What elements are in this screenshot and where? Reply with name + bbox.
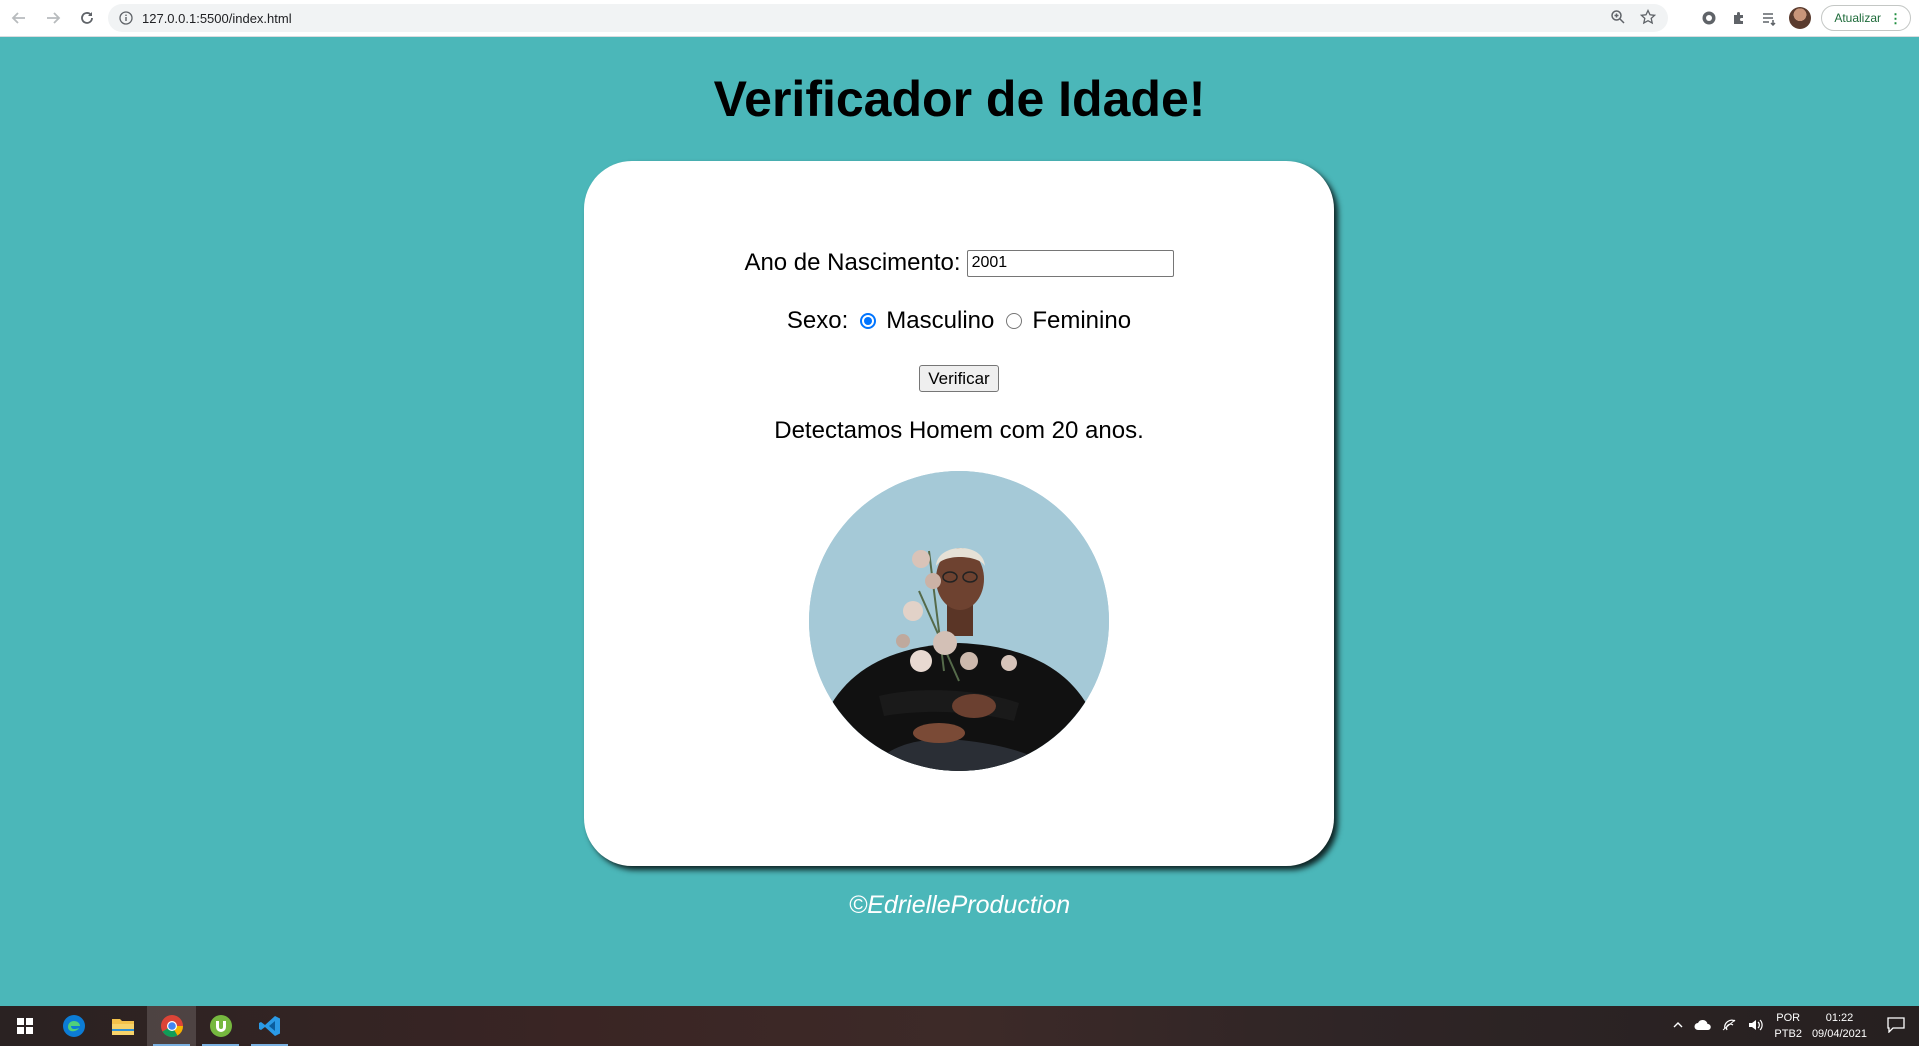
folder-icon <box>111 1019 134 1035</box>
birth-year-row: Ano de Nascimento: <box>584 249 1334 277</box>
update-label: Atualizar <box>1834 11 1881 25</box>
volume-icon[interactable] <box>1748 1018 1764 1035</box>
vscode-icon <box>258 1016 280 1036</box>
input-language[interactable]: POR PTB2 <box>1774 1010 1802 1042</box>
system-clock[interactable]: 01:22 09/04/2021 <box>1812 1010 1867 1042</box>
taskbar-utorrent[interactable] <box>196 1006 245 1046</box>
lang-top: POR <box>1776 1012 1801 1024</box>
chrome-icon <box>160 1015 183 1037</box>
zoom-icon[interactable] <box>1610 9 1626 25</box>
taskbar-chrome[interactable] <box>147 1006 196 1046</box>
bookmark-star-icon[interactable] <box>1640 9 1656 25</box>
address-bar[interactable]: 127.0.0.1:5500/index.html <box>108 4 1668 32</box>
man-with-flowers-illustration <box>809 471 1109 771</box>
radio-masculino[interactable] <box>860 313 877 329</box>
reading-list-icon[interactable] <box>1759 8 1779 28</box>
taskbar-file-explorer[interactable] <box>98 1006 147 1046</box>
profile-avatar[interactable] <box>1789 7 1812 29</box>
result-photo <box>809 471 1109 771</box>
onedrive-cloud-icon[interactable] <box>1694 1019 1712 1034</box>
taskbar-vscode[interactable] <box>245 1006 294 1046</box>
utorrent-icon <box>209 1015 232 1037</box>
footer-credit: ©EdrielleProduction <box>848 891 1071 919</box>
birth-year-label: Ano de Nascimento: <box>744 249 961 276</box>
radio-masculino-label[interactable]: Masculino <box>886 307 994 335</box>
reload-icon <box>81 12 93 24</box>
sex-row: Sexo: Masculino Feminino <box>584 307 1334 335</box>
taskbar: POR PTB2 01:22 09/04/2021 <box>0 1006 1919 1046</box>
verify-button[interactable]: Verificar <box>919 365 999 392</box>
update-button[interactable]: Atualizar ⋮ <box>1821 5 1911 31</box>
more-vert-icon: ⋮ <box>1889 10 1902 26</box>
taskbar-edge[interactable] <box>49 1006 98 1046</box>
system-tray: POR PTB2 01:22 09/04/2021 <box>1672 1006 1919 1046</box>
verifier-card: Ano de Nascimento: Sexo: Masculino Femin… <box>584 161 1334 866</box>
verify-row: Verificar <box>584 365 1334 392</box>
url-text: 127.0.0.1:5500/index.html <box>142 10 292 26</box>
arrow-right-icon <box>47 12 61 24</box>
windows-start-button[interactable] <box>0 1006 49 1046</box>
clock-date: 09/04/2021 <box>1811 1028 1867 1040</box>
back-button[interactable] <box>4 3 34 33</box>
birth-year-input[interactable] <box>966 249 1174 277</box>
sex-label: Sexo: <box>786 307 849 334</box>
lang-bottom: PTB2 <box>1774 1028 1802 1040</box>
radio-feminino[interactable] <box>1006 313 1023 329</box>
clock-time: 01:22 <box>1825 1012 1854 1024</box>
extensions-puzzle-icon[interactable] <box>1729 8 1749 28</box>
radio-feminino-label[interactable]: Feminino <box>1032 307 1131 335</box>
wifi-icon[interactable] <box>1722 1018 1738 1035</box>
page-title: Verificador de Idade! <box>713 71 1206 127</box>
site-info-icon[interactable] <box>118 10 134 26</box>
windows-logo-icon <box>16 1018 33 1034</box>
forward-button[interactable] <box>38 3 68 33</box>
notifications-icon[interactable] <box>1887 1016 1905 1036</box>
extension-icon[interactable] <box>1699 8 1719 28</box>
reload-button[interactable] <box>72 3 102 33</box>
arrow-left-icon <box>11 12 25 24</box>
result-text: Detectamos Homem com 20 anos. <box>774 417 1144 444</box>
edge-icon <box>62 1015 85 1037</box>
browser-toolbar: 127.0.0.1:5500/index.html Atualizar ⋮ <box>0 0 1919 37</box>
chevron-up-icon[interactable] <box>1672 1019 1684 1034</box>
